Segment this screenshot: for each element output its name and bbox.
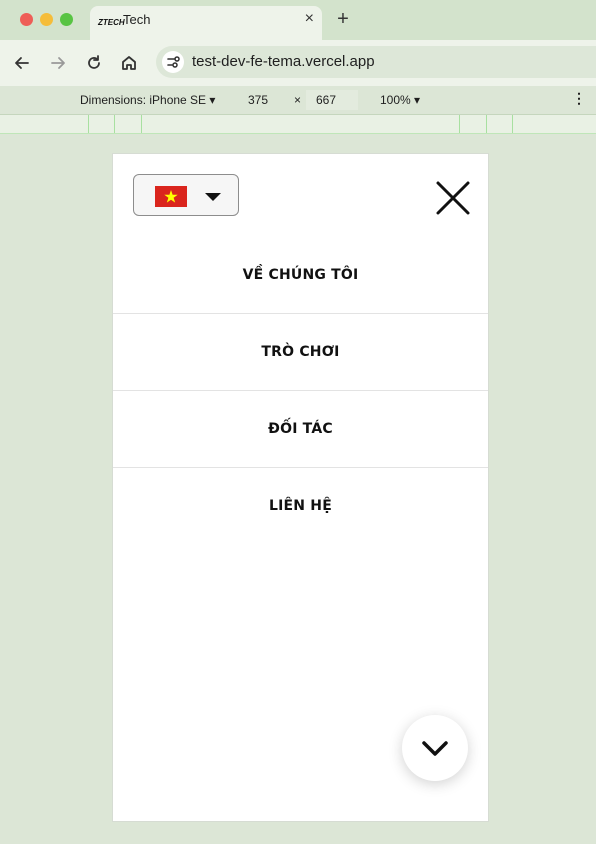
ruler-tick[interactable] [512,115,513,133]
menu-item-label: ĐỐI TÁC [268,421,333,437]
close-icon[interactable] [435,180,471,216]
window-zoom-button[interactable] [60,13,73,26]
ruler-tick[interactable] [486,115,487,133]
media-query-ruler [0,115,596,134]
more-options-icon[interactable]: ⋮ [572,90,586,107]
menu-item-games[interactable]: TRÒ CHƠI [113,314,488,391]
ruler-tick[interactable] [459,115,460,133]
mobile-nav-menu: VỀ CHÚNG TÔI TRÒ CHƠI ĐỐI TÁC LIÊN HỆ [113,237,488,544]
chevron-down-icon [422,741,448,756]
new-tab-button[interactable]: + [334,8,352,31]
window-close-button[interactable] [20,13,33,26]
ruler-tick[interactable] [114,115,115,133]
reload-icon[interactable] [84,53,104,73]
menu-item-contact[interactable]: LIÊN HỆ [113,468,488,544]
language-selector[interactable] [133,174,239,216]
ruler-tick[interactable] [88,115,89,133]
device-width-input[interactable]: 375 [238,90,290,110]
menu-item-label: VỀ CHÚNG TÔI [242,267,359,283]
browser-title-bar: ZTECH Tech × + [0,0,596,40]
url-text: test-dev-fe-tema.vercel.app [192,53,375,70]
menu-item-label: TRÒ CHƠI [261,344,340,360]
device-viewport: VỀ CHÚNG TÔI TRÒ CHƠI ĐỐI TÁC LIÊN HỆ [112,153,489,822]
device-dimensions-dropdown[interactable]: Dimensions: iPhone SE ▾ [80,93,215,107]
browser-tab[interactable]: ZTECH Tech × [90,6,322,40]
menu-item-partners[interactable]: ĐỐI TÁC [113,391,488,468]
dimension-times-icon: × [294,93,302,107]
ruler-tick[interactable] [141,115,142,133]
menu-item-label: LIÊN HỆ [269,498,332,514]
devtools-device-toolbar: Dimensions: iPhone SE ▾ 375 × 667 100% ▾… [0,86,596,115]
zoom-dropdown[interactable]: 100% ▾ [380,93,420,107]
back-arrow-icon[interactable] [12,53,32,73]
window-minimize-button[interactable] [40,13,53,26]
tab-close-button[interactable]: × [305,10,314,28]
caret-down-icon [205,193,221,201]
forward-arrow-icon[interactable] [48,53,68,73]
tab-favicon-icon: ZTECH [98,18,125,27]
site-info-icon[interactable] [162,51,184,73]
vietnam-flag-icon [155,186,187,207]
home-icon[interactable] [119,53,139,73]
tab-title: Tech [123,12,151,27]
device-height-input[interactable]: 667 [306,90,358,110]
address-bar[interactable]: test-dev-fe-tema.vercel.app [156,46,596,78]
scroll-down-button[interactable] [402,715,468,781]
browser-toolbar: test-dev-fe-tema.vercel.app [0,40,596,86]
menu-item-about-us[interactable]: VỀ CHÚNG TÔI [113,237,488,314]
